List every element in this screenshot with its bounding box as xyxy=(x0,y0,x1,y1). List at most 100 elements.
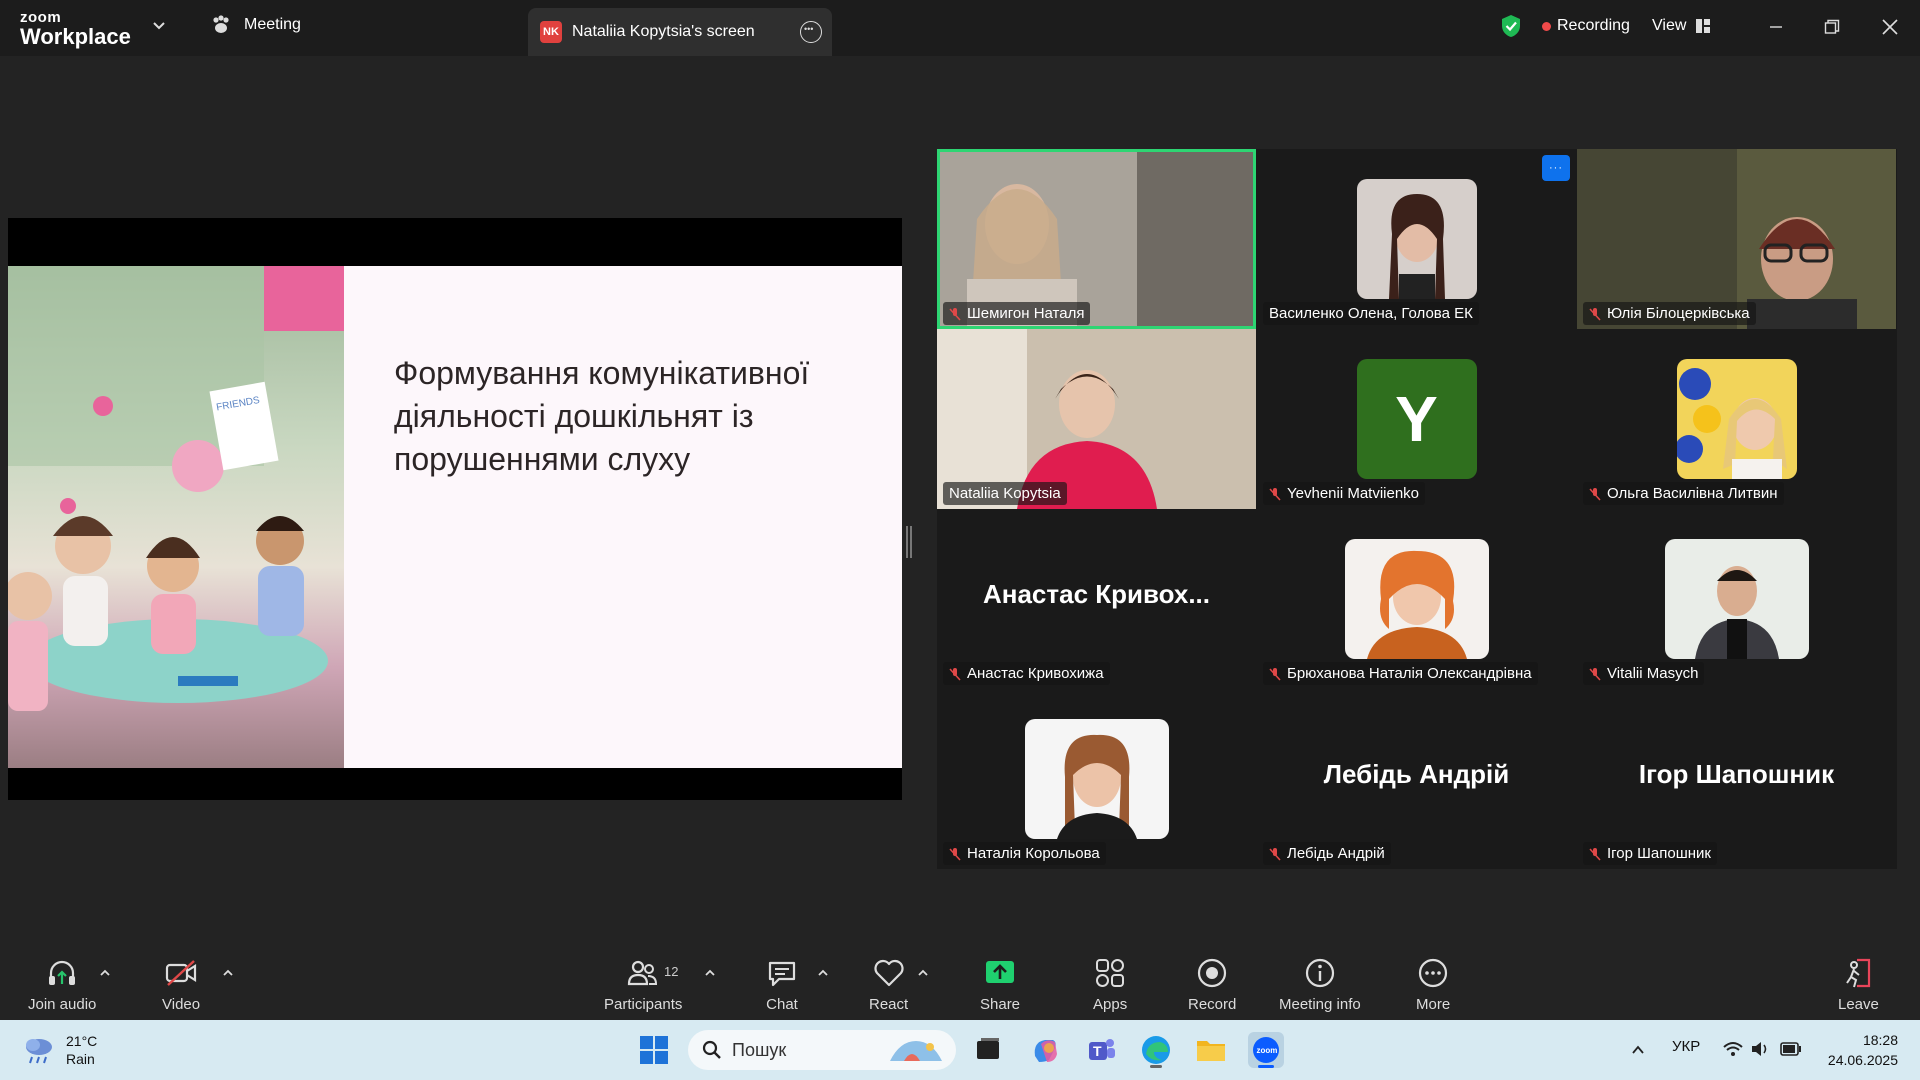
more-options-button[interactable]: ··· xyxy=(1542,155,1570,181)
weather-desc: Rain xyxy=(66,1051,95,1067)
edge-button[interactable] xyxy=(1138,1032,1174,1068)
slide-title: Формування комунікативної діяльності дош… xyxy=(394,355,810,477)
more-options-icon[interactable] xyxy=(800,21,822,43)
join-audio-label: Join audio xyxy=(28,996,97,1013)
folder-icon xyxy=(1197,1041,1225,1061)
speaker-icon[interactable] xyxy=(1750,1040,1770,1058)
screen-share-tab[interactable]: NK Nataliia Kopytsia's screen xyxy=(528,8,832,56)
view-button[interactable]: View xyxy=(1652,17,1711,35)
system-clock[interactable]: 18:28 24.06.2025 xyxy=(1822,1030,1898,1070)
svg-text:T: T xyxy=(1093,1043,1102,1059)
chat-button[interactable]: Chat xyxy=(765,956,799,1013)
participant-tile[interactable]: Ігор Шапошник Ігор Шапошник xyxy=(1577,689,1896,869)
mic-muted-icon xyxy=(1589,847,1601,861)
participant-name-label: Анастас Кривохижа xyxy=(943,662,1110,685)
battery-icon[interactable] xyxy=(1780,1042,1802,1056)
participant-name: Юлія Білоцерківська xyxy=(1607,305,1750,322)
resize-handle[interactable] xyxy=(906,526,912,558)
minimize-button[interactable] xyxy=(1756,10,1796,44)
chevron-up-icon[interactable] xyxy=(916,966,930,980)
minimize-icon xyxy=(1770,26,1782,28)
leave-button[interactable]: Leave xyxy=(1838,956,1879,1013)
apps-label: Apps xyxy=(1093,996,1128,1013)
task-view-button[interactable] xyxy=(970,1032,1006,1068)
participant-tile[interactable]: Наталія Корольова xyxy=(937,689,1256,869)
participant-tile[interactable]: Анастас Кривох... Анастас Кривохижа xyxy=(937,509,1256,689)
mic-muted-icon xyxy=(1589,487,1601,501)
wifi-icon[interactable] xyxy=(1722,1040,1744,1058)
participant-name: Ігор Шапошник xyxy=(1607,845,1711,862)
meeting-info-label: Meeting info xyxy=(1279,996,1361,1013)
chevron-up-icon[interactable] xyxy=(98,966,112,980)
brand-small: zoom xyxy=(20,9,62,26)
title-bar: zoom Workplace Meeting NK Nataliia Kopyt… xyxy=(0,0,1920,56)
zoom-workplace-logo[interactable]: zoom Workplace xyxy=(20,10,131,48)
meeting-tab[interactable]: Meeting xyxy=(210,14,301,36)
participant-tile[interactable]: Брюханова Наталія Олександрівна xyxy=(1257,509,1576,689)
participant-tile[interactable]: Лебідь Андрій Лебідь Андрій xyxy=(1257,689,1576,869)
chevron-up-icon[interactable] xyxy=(221,966,235,980)
participant-bigname: Ігор Шапошник xyxy=(1638,759,1835,789)
weather-widget[interactable]: 21°C Rain xyxy=(22,1032,97,1068)
restore-button[interactable] xyxy=(1812,10,1852,44)
participant-name-label: Лебідь Андрій xyxy=(1263,842,1391,865)
start-button[interactable] xyxy=(636,1032,672,1068)
screen-tab-label: Nataliia Kopytsia's screen xyxy=(572,23,755,40)
chevron-up-icon[interactable] xyxy=(816,966,830,980)
mic-muted-icon xyxy=(1269,847,1281,861)
video-button[interactable]: Video xyxy=(162,956,200,1013)
react-button[interactable]: React xyxy=(869,956,908,1013)
participant-tile[interactable]: Юлія Білоцерківська xyxy=(1577,149,1896,329)
recording-indicator[interactable]: Recording xyxy=(1542,17,1630,35)
participant-name-label: Nataliia Kopytsia xyxy=(943,482,1067,505)
rain-cloud-icon xyxy=(26,1039,52,1064)
presentation-slide: FRIENDS Формування комунікативної діяльн… xyxy=(8,266,902,768)
meeting-info-button[interactable]: Meeting info xyxy=(1279,956,1361,1013)
zoom-taskbar-button[interactable]: zoom xyxy=(1248,1032,1284,1068)
heart-icon xyxy=(874,959,904,987)
mic-muted-icon xyxy=(1589,307,1601,321)
avatar xyxy=(1024,719,1169,839)
participants-label: Participants xyxy=(604,996,683,1013)
participant-name-label: Yevhenii Matviienko xyxy=(1263,482,1426,505)
chevron-down-icon[interactable] xyxy=(152,18,166,32)
participant-gallery: Шемигон Наталя Василенко Олена, Голова Е… xyxy=(937,149,1897,869)
copilot-button[interactable] xyxy=(1027,1032,1063,1068)
apps-button[interactable]: Apps xyxy=(1093,956,1127,1013)
paw-icon xyxy=(213,15,229,33)
taskbar-search[interactable]: Пошук xyxy=(688,1030,956,1070)
record-button[interactable]: Record xyxy=(1188,956,1236,1013)
windows-taskbar: 21°C Rain Пошук T zoom УКР 18:28 24.06.2… xyxy=(0,1020,1920,1080)
participant-tile[interactable]: Шемигон Наталя xyxy=(937,149,1256,329)
chevron-up-icon[interactable] xyxy=(1630,1042,1646,1058)
copilot-icon xyxy=(1034,1040,1057,1062)
participant-tile[interactable]: Vitalii Masych xyxy=(1577,509,1896,689)
edge-icon xyxy=(1142,1036,1170,1068)
shield-check-icon[interactable] xyxy=(1500,14,1522,38)
mic-muted-icon xyxy=(949,307,961,321)
close-button[interactable] xyxy=(1870,10,1910,44)
avatar: Y xyxy=(1356,359,1477,479)
teams-button[interactable]: T xyxy=(1083,1032,1119,1068)
chevron-up-icon[interactable] xyxy=(703,966,717,980)
language-indicator[interactable]: УКР xyxy=(1672,1038,1700,1055)
participant-name-label: Василенко Олена, Голова ЕК xyxy=(1263,302,1479,325)
participant-tile[interactable]: Nataliia Kopytsia xyxy=(937,329,1256,509)
more-button[interactable]: More xyxy=(1416,956,1450,1013)
join-audio-button[interactable]: Join audio xyxy=(28,956,96,1013)
participant-name: Брюханова Наталія Олександрівна xyxy=(1287,665,1532,682)
participant-tile[interactable]: Ольга Василівна Литвин xyxy=(1577,329,1896,509)
file-explorer-button[interactable] xyxy=(1193,1032,1229,1068)
share-button[interactable]: Share xyxy=(980,956,1020,1013)
participant-name: Nataliia Kopytsia xyxy=(949,485,1061,502)
record-label: Record xyxy=(1188,996,1237,1013)
participant-tile[interactable]: Y Yevhenii Matviienko xyxy=(1257,329,1576,509)
children-photo: FRIENDS xyxy=(8,266,344,768)
record-icon xyxy=(1198,958,1227,988)
participant-tile[interactable]: Василенко Олена, Голова ЕК ··· xyxy=(1257,149,1576,329)
participant-name-label: Брюханова Наталія Олександрівна xyxy=(1263,662,1538,685)
shared-screen[interactable]: FRIENDS Формування комунікативної діяльн… xyxy=(8,218,902,800)
close-icon xyxy=(1882,19,1898,35)
participant-name-label: Ігор Шапошник xyxy=(1583,842,1717,865)
teams-icon: T xyxy=(1089,1039,1115,1060)
